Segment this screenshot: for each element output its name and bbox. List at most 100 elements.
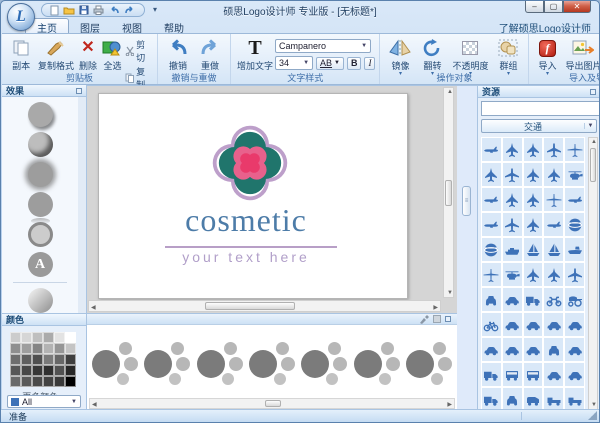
resource-cell[interactable] <box>502 262 523 287</box>
tab-1[interactable]: 图层 <box>69 19 111 34</box>
format-painter-button[interactable]: 复制格式 <box>36 36 76 72</box>
import-button[interactable]: f 导入 ▾ <box>533 36 561 76</box>
scroll-up-icon[interactable]: ▲ <box>447 89 453 95</box>
resource-cell[interactable] <box>523 162 544 187</box>
resource-cell[interactable] <box>543 362 564 387</box>
color-swatch[interactable] <box>65 365 76 376</box>
scroll-down-icon[interactable]: ▼ <box>591 402 597 408</box>
mirror-button[interactable]: 镜像 ▾ <box>384 36 416 76</box>
resource-cell[interactable] <box>481 212 502 237</box>
color-swatch[interactable] <box>32 365 43 376</box>
panel-options-icon[interactable] <box>445 316 451 322</box>
resource-cell[interactable] <box>564 312 585 337</box>
logo-page[interactable]: cosmetic your text here <box>98 93 408 299</box>
color-swatch[interactable] <box>65 376 76 387</box>
resource-cell[interactable] <box>523 262 544 287</box>
resource-cell[interactable] <box>523 312 544 337</box>
color-swatch[interactable] <box>54 343 65 354</box>
panel-options-icon[interactable] <box>590 89 596 95</box>
resource-cell[interactable] <box>481 362 502 387</box>
color-swatch[interactable] <box>10 343 21 354</box>
resource-cell[interactable] <box>523 362 544 387</box>
resource-cell[interactable] <box>502 137 523 162</box>
resource-cell[interactable] <box>564 187 585 212</box>
effect-item-inner[interactable] <box>28 132 53 157</box>
effect-item-stroke[interactable] <box>28 222 53 247</box>
resource-cell[interactable] <box>543 162 564 187</box>
color-swatch[interactable] <box>10 365 21 376</box>
resource-cell[interactable] <box>523 387 544 410</box>
color-swatch[interactable] <box>10 332 21 343</box>
effect-item-shadow[interactable] <box>28 102 53 127</box>
resource-cell[interactable] <box>481 262 502 287</box>
close-button[interactable]: ✕ <box>563 1 591 13</box>
add-text-button[interactable]: T 增加文字 <box>235 36 275 72</box>
resource-cell[interactable] <box>502 337 523 362</box>
resize-grip[interactable] <box>588 411 597 420</box>
resource-cell[interactable] <box>481 187 502 212</box>
eyedropper-icon[interactable] <box>419 314 429 324</box>
resource-cell[interactable] <box>564 362 585 387</box>
category-dropdown[interactable]: 交通 ▼ <box>481 119 597 133</box>
gallery-shape-item[interactable] <box>197 338 243 386</box>
resource-cell[interactable] <box>543 137 564 162</box>
select-all-button[interactable]: 全选 <box>100 36 125 72</box>
color-swatch[interactable] <box>43 376 54 387</box>
resource-cell[interactable] <box>543 187 564 212</box>
resource-cell[interactable] <box>502 187 523 212</box>
color-filter-combo[interactable]: All ▼ <box>7 395 81 408</box>
resource-cell[interactable] <box>481 312 502 337</box>
color-swatch[interactable] <box>65 354 76 365</box>
gallery-shape-item[interactable] <box>144 338 190 386</box>
resource-cell[interactable] <box>502 287 523 312</box>
color-swatch[interactable] <box>21 332 32 343</box>
scrollbar-thumb[interactable] <box>265 400 281 407</box>
color-swatch[interactable] <box>43 332 54 343</box>
resource-cell[interactable] <box>502 212 523 237</box>
color-swatch[interactable] <box>65 343 76 354</box>
resource-cell[interactable] <box>543 387 564 410</box>
scroll-right-icon[interactable]: ▶ <box>433 304 438 311</box>
gallery-scrollbar[interactable]: ◀ ▶ <box>89 398 455 409</box>
resource-cell[interactable] <box>481 162 502 187</box>
color-swatch[interactable] <box>32 354 43 365</box>
gallery-shape-item[interactable] <box>354 338 400 386</box>
color-swatch[interactable] <box>32 343 43 354</box>
color-swatch[interactable] <box>43 343 54 354</box>
scroll-up-icon[interactable]: ▲ <box>591 139 597 145</box>
tab-2[interactable]: 视图 <box>111 19 153 34</box>
minimize-button[interactable]: – <box>525 1 544 13</box>
resource-cell[interactable] <box>543 262 564 287</box>
group-button[interactable]: 群组 ▾ <box>492 36 524 76</box>
italic-button[interactable]: I <box>364 57 375 70</box>
color-swatch[interactable] <box>43 365 54 376</box>
scrollbar-thumb[interactable] <box>445 180 452 206</box>
tagline-text[interactable]: your text here <box>99 249 393 265</box>
resource-cell[interactable] <box>502 312 523 337</box>
color-swatch[interactable] <box>54 365 65 376</box>
resource-cell[interactable] <box>523 212 544 237</box>
duplicate-button[interactable]: 副本 <box>6 36 36 72</box>
canvas-area[interactable]: cosmetic your text here ▲ ▼ ◀ ▶ <box>87 85 457 313</box>
color-swatch[interactable] <box>54 354 65 365</box>
resource-cell[interactable] <box>564 137 585 162</box>
delete-button[interactable]: ✕ 删除 <box>76 36 101 72</box>
swatch-icon[interactable] <box>433 315 441 323</box>
resource-cell[interactable] <box>543 337 564 362</box>
resource-cell[interactable] <box>564 287 585 312</box>
redo-button[interactable]: 重做 <box>194 36 226 72</box>
gallery-shape-item[interactable] <box>249 338 295 386</box>
color-swatch[interactable] <box>54 376 65 387</box>
effect-item-grad[interactable] <box>28 288 53 313</box>
panel-splitter[interactable]: ≡ <box>457 85 477 411</box>
resource-cell[interactable] <box>523 187 544 212</box>
font-family-combo[interactable]: Campanero▼ <box>275 39 371 53</box>
resource-cell[interactable] <box>543 312 564 337</box>
effect-item-text[interactable]: A <box>28 252 53 277</box>
flower-logo[interactable] <box>212 125 288 201</box>
resource-cell[interactable] <box>543 212 564 237</box>
resource-cell[interactable] <box>481 237 502 262</box>
color-swatch[interactable] <box>21 343 32 354</box>
panel-options-icon[interactable] <box>76 88 82 94</box>
color-swatch[interactable] <box>21 365 32 376</box>
